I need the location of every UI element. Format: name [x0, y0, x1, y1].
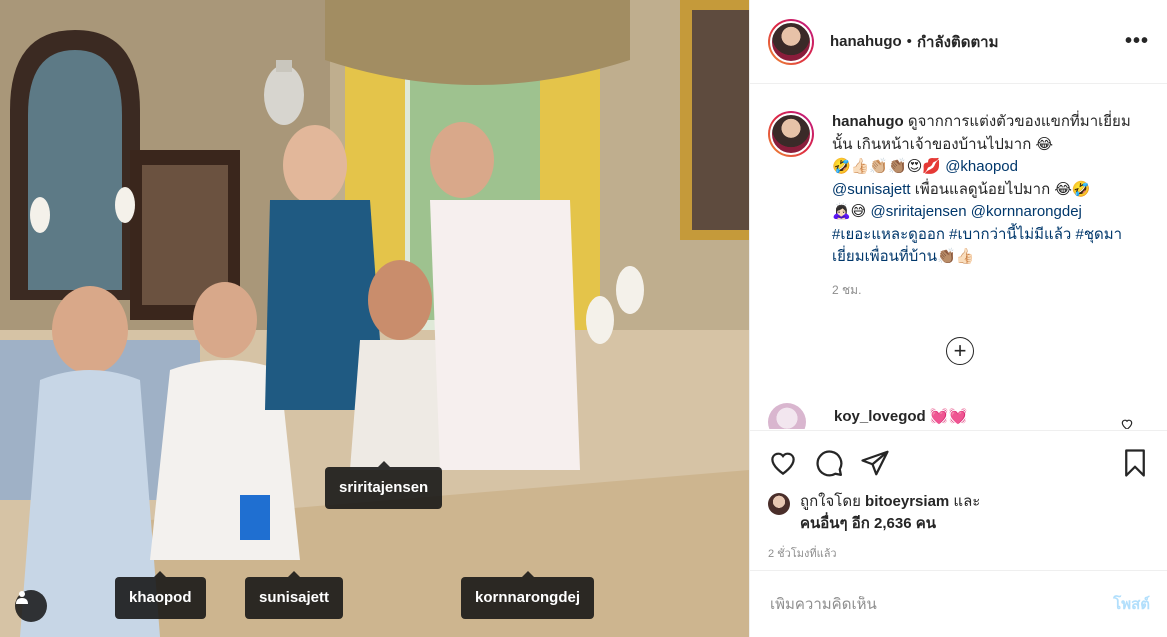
header-username[interactable]: hanahugo: [830, 33, 902, 50]
likes-others-link[interactable]: คนอื่นๆ อีก 2,636 คน: [800, 515, 936, 532]
caption-avatar: [770, 113, 812, 155]
post-actions: ถูกใจโดย bitoeyrsiam และ คนอื่นๆ อีก 2,6…: [750, 430, 1167, 570]
user-tag-sriritajensen[interactable]: sriritajensen: [325, 461, 443, 509]
bookmark-icon[interactable]: [1120, 448, 1150, 478]
action-icons: [768, 445, 1150, 481]
liker-avatar[interactable]: [768, 493, 790, 515]
caption-text-3: เพื่อนแลดูน้อยไปมาก 😂🤣: [910, 180, 1091, 198]
story-ring[interactable]: [768, 18, 814, 65]
add-comment-bar: โพสต์: [750, 570, 1167, 637]
hashtag-1[interactable]: #เยอะแหละดูออก: [832, 226, 945, 243]
following-button[interactable]: กำลังติดตาม: [917, 30, 999, 54]
caption-text-4: 🙇🏻‍♀️😅: [832, 203, 871, 220]
post-comment-button[interactable]: โพสต์: [1113, 592, 1150, 616]
post-photo[interactable]: sriritajensen khaopod sunisajett kornnar…: [0, 0, 749, 637]
comment-item: koy_lovegod 💓💓: [768, 403, 1133, 429]
hashtag-2[interactable]: #เบากว่านี้ไม่มีแล้ว: [949, 226, 1071, 243]
user-icon: [16, 591, 28, 604]
load-more-comments-icon[interactable]: +: [946, 337, 974, 365]
mention-khaopod[interactable]: @khaopod: [945, 158, 1018, 175]
post-side-panel: hanahugo • กำลังติดตาม ••• hanahugo ดูจา…: [749, 0, 1167, 637]
comment-emoji: 💓💓: [925, 408, 968, 425]
separator-dot: •: [906, 33, 912, 50]
commenter-avatar[interactable]: [768, 403, 806, 429]
caption-body: hanahugo ดูจากการแต่งตัวของแขกที่มาเยี่ย…: [832, 111, 1148, 301]
likes-prefix: ถูกใจโดย: [800, 493, 866, 510]
commenter-username[interactable]: koy_lovegod: [834, 408, 926, 425]
caption-text-2: 🤣👍🏻👏🏼👏🏽😍💋: [832, 158, 946, 175]
mention-sriritajensen[interactable]: @sriritajensen: [870, 203, 966, 220]
mention-kornnarongdej[interactable]: @kornnarongdej: [971, 203, 1082, 220]
caption-story-ring[interactable]: [768, 111, 814, 157]
more-options-icon[interactable]: •••: [1125, 30, 1149, 53]
comment-icon[interactable]: [814, 448, 844, 478]
comments-section[interactable]: hanahugo ดูจากการแต่งตัวของแขกที่มาเยี่ย…: [750, 85, 1167, 429]
liker-username[interactable]: bitoeyrsiam: [865, 493, 949, 510]
show-tags-button[interactable]: [15, 590, 47, 622]
avatar: [770, 20, 812, 63]
share-icon[interactable]: [860, 448, 890, 478]
caption: hanahugo ดูจากการแต่งตัวของแขกที่มาเยี่ย…: [768, 111, 1150, 301]
comment-text: koy_lovegod 💓💓: [834, 407, 967, 425]
likes-summary: ถูกใจโดย bitoeyrsiam และ คนอื่นๆ อีก 2,6…: [768, 491, 1150, 535]
caption-username[interactable]: hanahugo: [832, 113, 904, 130]
photo-scene: [0, 0, 749, 637]
user-tag-khaopod[interactable]: khaopod: [115, 571, 206, 619]
likes-and: และ: [949, 493, 981, 510]
caption-time[interactable]: 2 ชม.: [832, 279, 1148, 302]
caption-text-5: 👏🏽👍🏻: [936, 248, 975, 265]
post-timestamp[interactable]: 2 ชั่วโมงที่แล้ว: [768, 544, 1150, 562]
like-comment-icon[interactable]: [1120, 417, 1134, 429]
heart-icon[interactable]: [768, 448, 798, 478]
comment-input[interactable]: [770, 595, 1114, 613]
user-tag-sunisajett[interactable]: sunisajett: [245, 571, 344, 619]
mention-sunisajett[interactable]: @sunisajett: [832, 181, 911, 198]
post-header: hanahugo • กำลังติดตาม •••: [750, 0, 1167, 84]
user-tag-kornnarongdej[interactable]: kornnarongdej: [461, 571, 595, 619]
